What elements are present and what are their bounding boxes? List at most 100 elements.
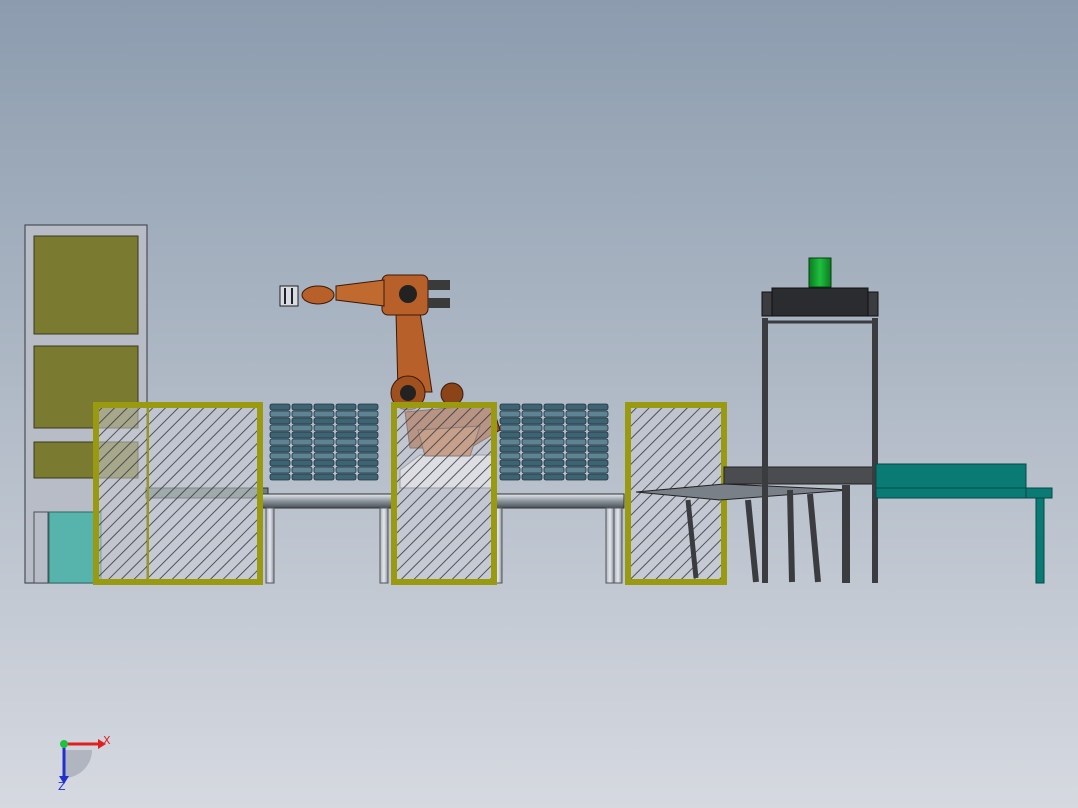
z-axis-label: Z xyxy=(58,780,66,793)
pallet-unit xyxy=(587,466,609,474)
pallet-unit xyxy=(291,445,313,453)
pallet-unit xyxy=(335,438,357,446)
pallet-unit xyxy=(543,417,565,425)
pallet-unit xyxy=(357,459,379,467)
pallet-unit xyxy=(543,452,565,460)
pallet-unit xyxy=(357,445,379,453)
pallet-unit xyxy=(291,431,313,439)
origin-dot xyxy=(60,740,68,748)
pallet-unit xyxy=(313,473,335,481)
pallet-unit xyxy=(313,417,335,425)
pallet-unit xyxy=(499,410,521,418)
pallet-unit xyxy=(269,424,291,432)
pallet-unit xyxy=(543,473,565,481)
pallet-unit xyxy=(291,438,313,446)
safety-fence-left[interactable] xyxy=(93,402,263,585)
pallet-unit xyxy=(269,438,291,446)
pallet-unit xyxy=(587,410,609,418)
pallet-unit xyxy=(357,403,379,411)
pallet-unit xyxy=(521,403,543,411)
pallet-unit xyxy=(499,473,521,481)
pallet-unit xyxy=(313,445,335,453)
safety-fence-center[interactable] xyxy=(391,402,497,585)
pallet-unit xyxy=(499,445,521,453)
pallet-unit xyxy=(521,438,543,446)
pallet-unit xyxy=(335,452,357,460)
pallet-unit xyxy=(291,473,313,481)
pallet-unit xyxy=(543,438,565,446)
pallet-unit xyxy=(357,431,379,439)
pallet-unit xyxy=(313,431,335,439)
pallet-unit xyxy=(335,473,357,481)
pallet-unit xyxy=(587,452,609,460)
pallet-unit xyxy=(291,452,313,460)
pallet-unit xyxy=(357,410,379,418)
pallet-unit xyxy=(499,431,521,439)
pallet-unit xyxy=(565,417,587,425)
pallet-unit xyxy=(313,452,335,460)
pallet-unit xyxy=(565,473,587,481)
pallet-unit xyxy=(521,431,543,439)
stacked-pallets-right[interactable] xyxy=(499,403,609,481)
pallet-unit xyxy=(269,466,291,474)
pallet-unit xyxy=(313,459,335,467)
pallet-unit xyxy=(499,424,521,432)
pallet-unit xyxy=(269,431,291,439)
pallet-unit xyxy=(587,403,609,411)
pallet-unit xyxy=(357,466,379,474)
pallet-unit xyxy=(587,438,609,446)
pallet-unit xyxy=(335,445,357,453)
pallet-unit xyxy=(335,466,357,474)
pallet-unit xyxy=(335,424,357,432)
pallet-unit xyxy=(587,459,609,467)
pallet-unit xyxy=(335,417,357,425)
pallet-unit xyxy=(521,459,543,467)
pallet-unit xyxy=(269,417,291,425)
pallet-unit xyxy=(543,403,565,411)
pallet-unit xyxy=(565,459,587,467)
pallet-unit xyxy=(269,473,291,481)
pallet-unit xyxy=(543,410,565,418)
pallet-unit xyxy=(313,424,335,432)
pallet-unit xyxy=(499,452,521,460)
pallet-unit xyxy=(543,424,565,432)
pallet-unit xyxy=(521,445,543,453)
pallet-unit xyxy=(313,466,335,474)
pallet-unit xyxy=(291,459,313,467)
pallet-unit xyxy=(565,403,587,411)
pallet-unit xyxy=(521,424,543,432)
pallet-unit xyxy=(313,403,335,411)
pallet-unit xyxy=(543,431,565,439)
pallet-unit xyxy=(565,424,587,432)
pallet-unit xyxy=(291,417,313,425)
pallet-unit xyxy=(587,445,609,453)
scene-svg: X Z xyxy=(0,0,1078,808)
pallet-unit xyxy=(499,438,521,446)
pallet-unit xyxy=(499,417,521,425)
pallet-unit xyxy=(565,431,587,439)
cad-viewport[interactable]: X Z xyxy=(0,0,1078,808)
pallet-unit xyxy=(269,410,291,418)
pallet-unit xyxy=(291,410,313,418)
pallet-unit xyxy=(357,473,379,481)
pallet-unit xyxy=(357,424,379,432)
green-container[interactable] xyxy=(808,257,832,288)
pallet-unit xyxy=(291,466,313,474)
pallet-unit xyxy=(521,452,543,460)
pallet-unit xyxy=(335,431,357,439)
pallet-unit xyxy=(313,438,335,446)
pallet-unit xyxy=(565,410,587,418)
pallet-unit xyxy=(291,403,313,411)
pallet-unit xyxy=(335,403,357,411)
pallet-unit xyxy=(565,445,587,453)
pallet-unit xyxy=(357,452,379,460)
pallet-unit xyxy=(313,410,335,418)
pallet-unit xyxy=(335,410,357,418)
pallet-unit xyxy=(521,466,543,474)
stacked-pallets-left[interactable] xyxy=(269,403,379,481)
pallet-unit xyxy=(499,403,521,411)
pallet-unit xyxy=(543,459,565,467)
pallet-unit xyxy=(291,424,313,432)
pallet-unit xyxy=(565,438,587,446)
pallet-unit xyxy=(587,424,609,432)
